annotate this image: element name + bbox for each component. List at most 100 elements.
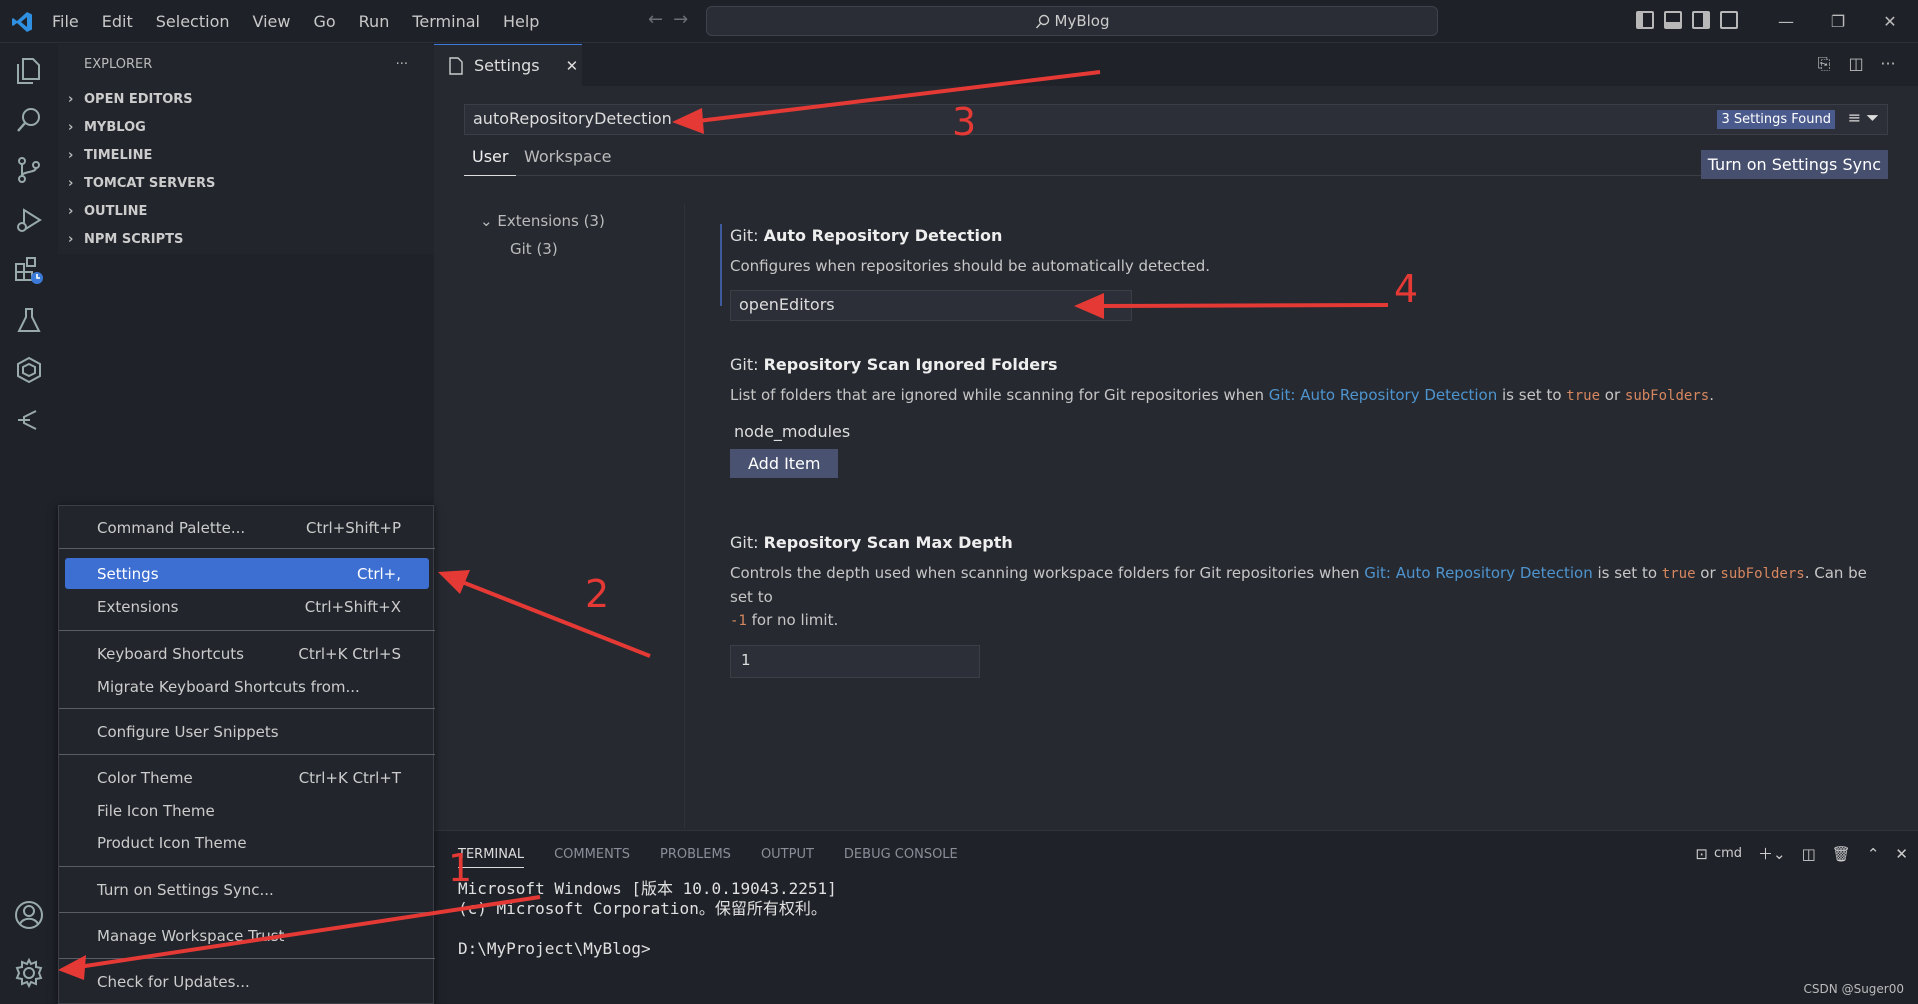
menu-item-workspace-trust[interactable]: Manage Workspace Trust (65, 920, 429, 951)
panel-tab-comments[interactable]: COMMENTS (554, 847, 630, 868)
menu-view[interactable]: View (253, 12, 291, 31)
menu-shortcut: Ctrl+Shift+X (304, 597, 401, 616)
setting-category: Git: (730, 355, 759, 374)
command-center[interactable]: MyBlog (706, 6, 1438, 36)
menu-item-keyboard-shortcuts[interactable]: Keyboard Shortcuts Ctrl+K Ctrl+S (65, 638, 429, 669)
menu-file[interactable]: File (52, 12, 79, 31)
menu-terminal[interactable]: Terminal (412, 12, 480, 31)
desc-text: or (1695, 564, 1721, 582)
close-panel-icon[interactable]: ✕ (1895, 845, 1908, 863)
more-actions-icon[interactable]: ··· (1872, 54, 1904, 74)
toggle-primary-sidebar-icon[interactable] (1636, 11, 1654, 29)
new-terminal-icon[interactable]: ＋⌄ (1758, 843, 1786, 864)
toggle-panel-icon[interactable] (1664, 11, 1682, 29)
max-depth-input[interactable]: 1 (730, 645, 980, 678)
remote-explorer-icon[interactable] (13, 354, 45, 386)
run-debug-icon[interactable] (13, 204, 45, 236)
menu-separator (59, 912, 435, 913)
back-arrow-icon[interactable]: ← (648, 9, 673, 30)
terminal-shell-name[interactable]: cmd (1714, 846, 1742, 861)
annotation-1: 1 (448, 846, 473, 890)
section-myblog[interactable]: › MYBLOG (58, 113, 434, 141)
menu-item-command-palette[interactable]: Command Palette... Ctrl+Shift+P (65, 512, 429, 543)
desc-text: is set to (1592, 564, 1662, 582)
setting-category: Git: (730, 226, 759, 245)
ignored-folder-item[interactable]: node_modules (730, 422, 1870, 441)
filter-icon[interactable]: ⏷ (1866, 108, 1879, 127)
menu-go[interactable]: Go (313, 12, 335, 31)
open-settings-json-icon[interactable]: ⎘ (1808, 54, 1840, 74)
manage-gear-icon[interactable] (13, 957, 45, 989)
annotation-3: 3 (952, 100, 977, 144)
panel-tab-output[interactable]: OUTPUT (761, 847, 814, 868)
editor-tabs: Settings ✕ ⎘ ◫ ··· (434, 44, 1918, 86)
search-view-icon[interactable] (13, 104, 45, 136)
maximize-panel-icon[interactable]: ⌃ (1867, 845, 1880, 863)
menu-item-color-theme[interactable]: Color Theme Ctrl+K Ctrl+T (65, 762, 429, 793)
testing-flask-icon[interactable] (13, 304, 45, 336)
toggle-secondary-sidebar-icon[interactable] (1692, 11, 1710, 29)
menu-item-extensions[interactable]: Extensions Ctrl+Shift+X (65, 591, 429, 622)
explorer-icon[interactable] (13, 54, 45, 86)
menu-item-product-icon-theme[interactable]: Product Icon Theme (65, 827, 429, 858)
section-npm-scripts[interactable]: › NPM SCRIPTS (58, 225, 434, 253)
forward-arrow-icon[interactable]: → (673, 9, 698, 30)
toc-extensions[interactable]: ⌄ Extensions (3) (480, 212, 605, 240)
section-label: TOMCAT SERVERS (84, 175, 216, 191)
menu-item-check-updates[interactable]: Check for Updates... (65, 966, 429, 997)
setting-title: Git: Auto Repository Detection (730, 226, 1210, 245)
accounts-icon[interactable] (13, 899, 45, 931)
panel-tab-debug-console[interactable]: DEBUG CONSOLE (844, 847, 958, 868)
section-tomcat-servers[interactable]: › TOMCAT SERVERS (58, 169, 434, 197)
menu-separator (59, 754, 435, 755)
split-terminal-icon[interactable]: ◫ (1802, 845, 1816, 863)
toc-git[interactable]: Git (3) (480, 240, 605, 268)
tab-workspace[interactable]: Workspace (516, 146, 619, 176)
clear-filter-icon[interactable]: ≡ (1848, 108, 1861, 127)
menu-item-settings[interactable]: Settings Ctrl+, (65, 558, 429, 589)
turn-on-settings-sync-button[interactable]: Turn on Settings Sync (1700, 150, 1888, 179)
command-center-label: MyBlog (1054, 12, 1110, 30)
menu-label: Command Palette... (97, 518, 246, 537)
section-open-editors[interactable]: › OPEN EDITORS (58, 85, 434, 113)
restore-icon[interactable]: ❐ (1812, 12, 1864, 31)
minimize-icon[interactable]: — (1760, 12, 1812, 31)
menu-item-settings-sync[interactable]: Turn on Settings Sync... (65, 874, 429, 905)
setting-link[interactable]: Git: Auto Repository Detection (1364, 564, 1593, 582)
menu-item-user-snippets[interactable]: Configure User Snippets (65, 716, 429, 747)
customize-layout-icon[interactable] (1720, 11, 1738, 29)
close-window-icon[interactable]: ✕ (1864, 12, 1916, 31)
source-control-icon[interactable] (13, 154, 45, 186)
close-tab-icon[interactable]: ✕ (566, 57, 579, 75)
extensions-icon[interactable] (13, 254, 45, 286)
add-item-button[interactable]: Add Item (730, 449, 839, 478)
section-outline[interactable]: › OUTLINE (58, 197, 434, 225)
tab-user[interactable]: User (464, 146, 517, 176)
setting-description: Configures when repositories should be a… (730, 257, 1211, 275)
panel-tabs: TERMINAL COMMENTS PROBLEMS OUTPUT DEBUG … (458, 847, 988, 868)
menu-item-file-icon-theme[interactable]: File Icon Theme (65, 795, 429, 826)
gitlens-icon[interactable] (13, 404, 45, 436)
code-minus-one: -1 (730, 613, 747, 629)
auto-repository-detection-select[interactable]: openEditors (730, 290, 1132, 321)
chevron-right-icon: › (68, 119, 74, 135)
menu-label: File Icon Theme (97, 801, 215, 820)
panel-tab-problems[interactable]: PROBLEMS (660, 847, 731, 868)
settings-search-input[interactable]: autoRepositoryDetection 3 Settings Found… (464, 104, 1888, 135)
section-timeline[interactable]: › TIMELINE (58, 141, 434, 169)
more-actions-icon[interactable]: ··· (396, 57, 408, 72)
menu-help[interactable]: Help (503, 12, 539, 31)
split-editor-icon[interactable]: ◫ (1840, 54, 1872, 74)
desc-text: is set to (1497, 386, 1567, 404)
terminal-output[interactable]: Microsoft Windows [版本 10.0.19043.2251] (c… (458, 879, 837, 959)
menu-run[interactable]: Run (359, 12, 390, 31)
menu-selection[interactable]: Selection (156, 12, 230, 31)
menu-edit[interactable]: Edit (102, 12, 133, 31)
tab-settings[interactable]: Settings ✕ (434, 44, 582, 86)
menu-item-migrate-shortcuts[interactable]: Migrate Keyboard Shortcuts from... (65, 671, 429, 702)
window-controls: — ❐ ✕ (1760, 0, 1916, 43)
kill-terminal-icon[interactable]: 🗑 (1832, 845, 1851, 863)
editor-actions: ⎘ ◫ ··· (1808, 54, 1904, 74)
setting-link[interactable]: Git: Auto Repository Detection (1269, 386, 1498, 404)
